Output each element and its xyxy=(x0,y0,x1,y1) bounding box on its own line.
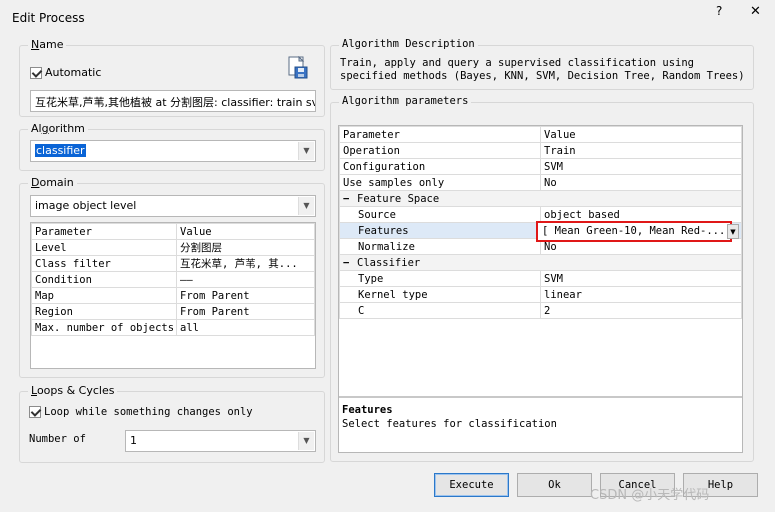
domain-group: Domain image object level ▼ Parameter Va… xyxy=(19,176,325,378)
domain-parameter-grid: Parameter Value Level 分割图层 Class filter 互花… xyxy=(30,222,316,369)
table-row[interactable]: Type SVM xyxy=(339,270,742,287)
number-of-field[interactable]: 1 ▼ xyxy=(125,430,316,452)
table-row[interactable]: Level 分割图层 xyxy=(31,239,315,256)
algorithm-parameter-grid: Parameter Value Operation Train Configura… xyxy=(338,125,743,453)
automatic-label: Automatic xyxy=(45,66,102,79)
loop-checkbox[interactable]: Loop while something changes only xyxy=(29,406,253,418)
collapse-icon[interactable]: − xyxy=(343,193,353,205)
column-header-parameter: Parameter xyxy=(31,223,177,240)
ok-button[interactable]: Ok xyxy=(517,473,592,497)
column-header-value: Value xyxy=(176,223,315,240)
domain-select[interactable]: image object level ▼ xyxy=(30,195,316,217)
name-legend: Name xyxy=(28,38,67,51)
table-row[interactable]: Use samples only No xyxy=(339,174,742,191)
checkbox-icon[interactable] xyxy=(29,406,41,418)
number-of-label: Number of xyxy=(29,433,86,445)
save-name-icon[interactable] xyxy=(287,55,309,80)
chevron-down-icon[interactable]: ▼ xyxy=(298,432,314,450)
description-legend: Algorithm Description xyxy=(339,38,478,50)
table-row[interactable]: Condition —— xyxy=(31,271,315,288)
checkbox-icon[interactable] xyxy=(30,67,42,79)
table-row[interactable]: Region From Parent xyxy=(31,303,315,320)
help-icon[interactable]: ? xyxy=(716,4,722,18)
description-group: Algorithm Description Train, apply and q… xyxy=(330,38,754,90)
chevron-down-icon[interactable]: ▼ xyxy=(298,197,314,215)
features-dropdown-button[interactable]: ▼ xyxy=(727,224,739,239)
title-bar: Edit Process ? ✕ xyxy=(0,0,775,34)
chevron-down-icon[interactable]: ▼ xyxy=(298,142,314,160)
table-row[interactable]: Configuration SVM xyxy=(339,158,742,175)
algorithm-group: Algorithm classifier ▼ xyxy=(19,122,325,171)
loops-group: Loops & Cycles Loop while something chan… xyxy=(19,384,325,463)
close-icon[interactable]: ✕ xyxy=(750,4,761,19)
column-header-value: Value xyxy=(540,126,742,143)
table-row[interactable]: Class filter 互花米草, 芦苇, 其... xyxy=(31,255,315,272)
collapse-icon[interactable]: − xyxy=(343,257,353,269)
algorithm-select[interactable]: classifier ▼ xyxy=(30,140,316,162)
name-group: Name Automatic 互花米草,芦苇,其他植被 at 分割图层: cla… xyxy=(19,38,325,117)
table-row[interactable]: C2 xyxy=(339,302,742,319)
table-row[interactable]: Kernel type linear xyxy=(339,286,742,303)
description-text: Train, apply and query a supervised clas… xyxy=(340,57,745,82)
section-header-feature-space[interactable]: − Feature Space xyxy=(339,190,742,207)
help-title: Features xyxy=(342,404,393,416)
loop-label: Loop while something changes only xyxy=(44,406,253,418)
process-name-field[interactable]: 互花米草,芦苇,其他植被 at 分割图层: classifier: train … xyxy=(30,90,316,112)
loops-legend: Loops & Cycles xyxy=(28,384,118,397)
parameter-help-panel: Features Select features for classificat… xyxy=(339,396,742,452)
watermark: CSDN @小天学代码 xyxy=(590,488,710,503)
help-text: Select features for classification xyxy=(342,418,557,430)
features-value-field[interactable]: [ Mean Green-10, Mean Red-... xyxy=(536,221,732,242)
algorithm-selected: classifier xyxy=(35,144,86,157)
algorithm-legend: Algorithm xyxy=(28,122,88,135)
section-header-classifier[interactable]: − Classifier xyxy=(339,254,742,271)
domain-legend: Domain xyxy=(28,176,77,189)
execute-button[interactable]: Execute xyxy=(434,473,509,497)
parameters-legend: Algorithm parameters xyxy=(339,95,472,107)
column-header-parameter: Parameter xyxy=(339,126,541,143)
parameters-group: Algorithm parameters Parameter Value Ope… xyxy=(330,95,754,462)
window-title: Edit Process xyxy=(12,11,85,25)
table-row[interactable]: Operation Train xyxy=(339,142,742,159)
table-row[interactable]: Map From Parent xyxy=(31,287,315,304)
automatic-checkbox[interactable]: Automatic xyxy=(30,66,101,79)
table-row[interactable]: Max. number of objects all xyxy=(31,319,315,336)
